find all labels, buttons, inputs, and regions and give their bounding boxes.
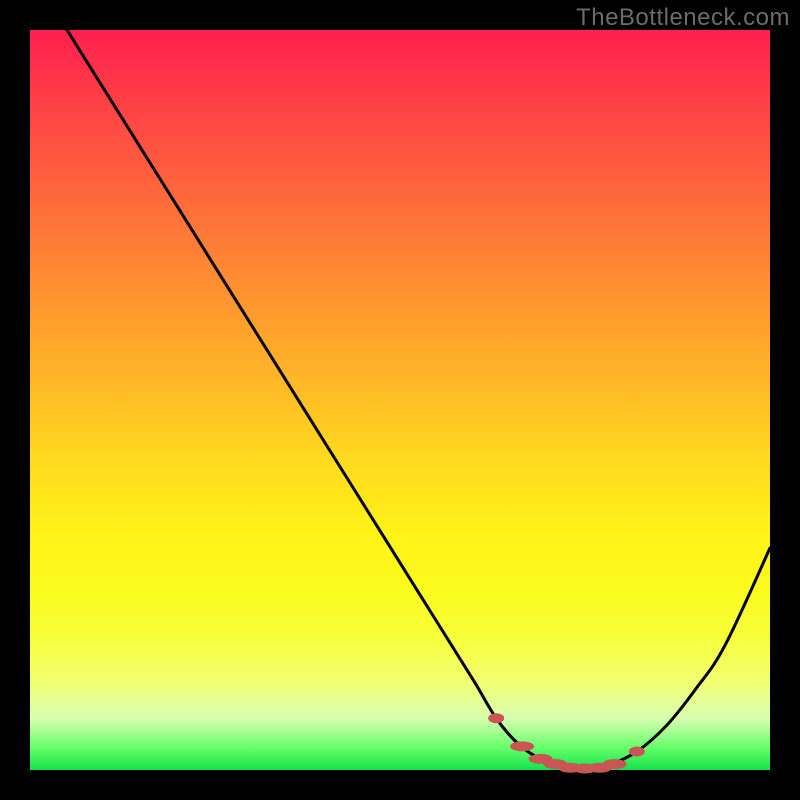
- optimal-dot: [510, 741, 534, 751]
- watermark-text: TheBottleneck.com: [576, 4, 790, 32]
- optimal-dot: [629, 747, 645, 757]
- optimal-dot: [488, 713, 504, 723]
- optimal-markers: [488, 713, 645, 773]
- optimal-dot: [603, 759, 627, 769]
- bottleneck-curve: [67, 30, 770, 769]
- plot-area: [30, 30, 770, 770]
- chart-svg: [30, 30, 770, 770]
- chart-frame: TheBottleneck.com: [0, 0, 800, 800]
